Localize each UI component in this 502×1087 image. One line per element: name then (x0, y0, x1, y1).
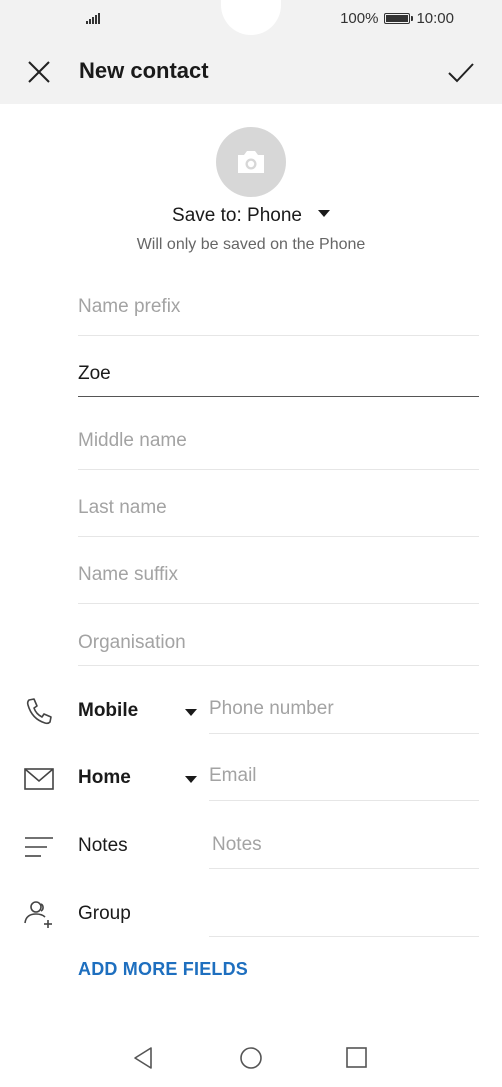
name-prefix-field[interactable]: Name prefix (78, 296, 479, 336)
last-name-field[interactable]: Last name (78, 497, 479, 537)
battery-icon (384, 13, 414, 24)
page-title: New contact (79, 58, 209, 83)
camera-notch (221, 0, 281, 35)
notes-icon (25, 837, 53, 857)
home-nav-icon[interactable] (237, 1044, 265, 1072)
email-type-label[interactable]: Home (78, 767, 131, 789)
save-location-note: Will only be saved on the Phone (136, 236, 366, 253)
close-button[interactable] (22, 56, 56, 90)
dropdown-caret-icon (317, 210, 330, 217)
phone-type-label[interactable]: Mobile (78, 700, 138, 722)
battery-percent: 100% (340, 10, 379, 27)
recents-nav-icon[interactable] (343, 1044, 371, 1072)
email-type-caret-icon[interactable] (185, 776, 197, 783)
add-more-fields-button[interactable]: ADD MORE FIELDS (78, 959, 248, 980)
notes-label: Notes (78, 835, 128, 856)
save-to-selector[interactable]: Save to: Phone (0, 205, 502, 227)
phone-type-caret-icon[interactable] (185, 709, 197, 716)
check-icon (448, 63, 474, 83)
save-contact-button[interactable] (444, 56, 478, 90)
notes-field[interactable]: Notes (209, 834, 479, 869)
status-time: 10:00 (416, 10, 454, 27)
close-icon (28, 61, 50, 83)
phone-icon (26, 698, 52, 725)
name-suffix-field[interactable]: Name suffix (78, 564, 479, 604)
signal-icon (86, 12, 100, 24)
mail-icon (24, 768, 54, 790)
top-bar: 100% 10:00 New contact (0, 0, 502, 104)
status-right: 100% 10:00 (340, 10, 454, 27)
contact-photo-button[interactable] (216, 127, 286, 197)
middle-name-field[interactable]: Middle name (78, 430, 479, 470)
battery-fill (386, 15, 409, 22)
email-field[interactable]: Email (209, 765, 479, 801)
group-label[interactable]: Group (78, 903, 131, 925)
organisation-field[interactable]: Organisation (78, 632, 479, 666)
group-field[interactable] (209, 897, 479, 937)
back-nav-icon[interactable] (130, 1044, 158, 1072)
phone-number-field[interactable]: Phone number (209, 698, 479, 734)
group-icon (24, 901, 52, 928)
save-to-label: Save to: Phone (172, 205, 302, 226)
first-name-field[interactable]: Zoe (78, 363, 479, 397)
camera-icon (238, 151, 264, 173)
